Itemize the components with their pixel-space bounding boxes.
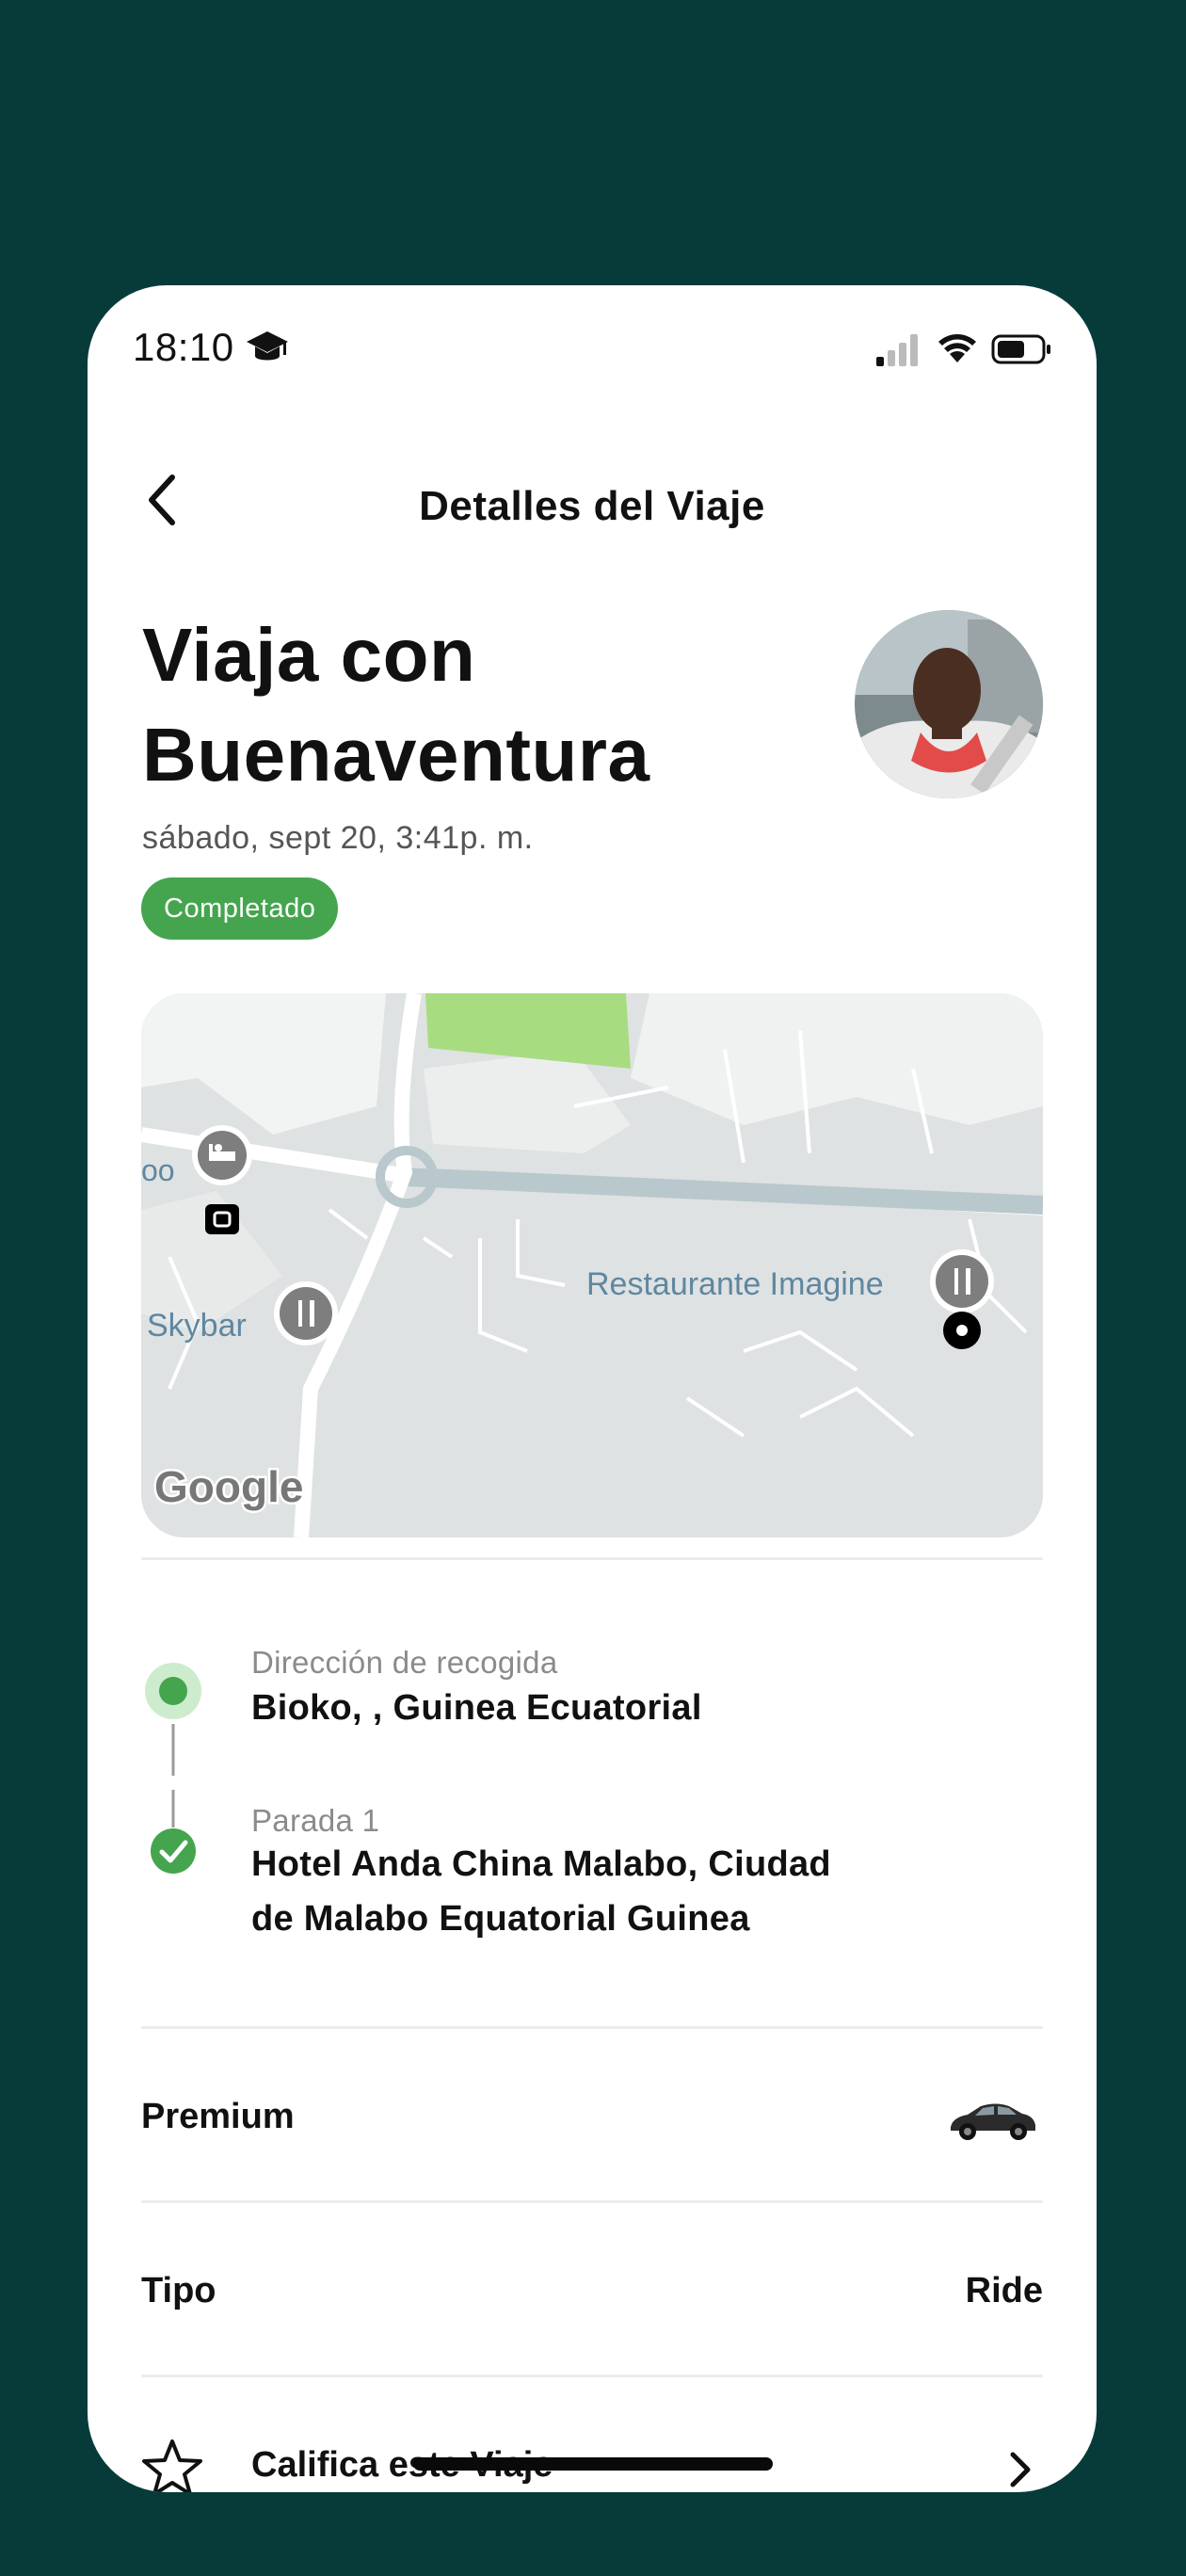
- car-icon: [951, 2103, 1035, 2140]
- divider: [141, 2200, 1043, 2203]
- star-icon: [142, 2439, 202, 2492]
- pickup-label: Dirección de recogida: [251, 1645, 558, 1680]
- route-map[interactable]: oo Skybar Restaurante Imagine Google: [141, 993, 1043, 1538]
- chevron-right-icon: [1010, 2452, 1031, 2487]
- map-label-left: oo: [141, 1153, 175, 1187]
- trip-title-line2: Buenaventura: [142, 713, 650, 797]
- phone-screen: 18:10 Detalles del Viaje Viaja con Buena…: [88, 285, 1097, 2492]
- divider: [141, 2026, 1043, 2029]
- nav-bar: Detalles del Viaje: [88, 445, 1097, 549]
- category-row: Premium: [141, 2063, 1043, 2166]
- page-title: Detalles del Viaje: [419, 483, 765, 529]
- type-value: Ride: [965, 2271, 1043, 2310]
- cellular-signal-icon: [876, 334, 918, 366]
- graduation-cap-icon: [247, 331, 288, 361]
- driver-avatar: [855, 610, 1043, 798]
- status-bar: 18:10: [88, 285, 1097, 417]
- type-row: Tipo Ride: [141, 2237, 1043, 2341]
- stop-address-line2: de Malabo Equatorial Guinea: [251, 1899, 750, 1939]
- check-icon: [151, 1828, 196, 1874]
- stop-label: Parada 1: [251, 1803, 380, 1838]
- trip-date: sábado, sept 20, 3:41p. m.: [142, 820, 534, 856]
- category-label: Premium: [141, 2097, 295, 2136]
- pickup-address: Bioko, , Guinea Ecuatorial: [251, 1688, 702, 1728]
- type-label: Tipo: [141, 2271, 216, 2310]
- home-indicator[interactable]: [413, 2457, 773, 2471]
- status-badge: Completado: [141, 877, 339, 940]
- trip-title-line1: Viaja con: [142, 613, 476, 697]
- restaurant-icon: [274, 1281, 338, 1345]
- battery-icon: [991, 334, 1050, 364]
- map-label-skybar: Skybar: [147, 1308, 247, 1344]
- stop-address-line1: Hotel Anda China Malabo, Ciudad: [251, 1844, 831, 1884]
- divider: [141, 2375, 1043, 2377]
- route-summary: Dirección de recogida Bioko, , Guinea Ec…: [141, 1630, 1043, 1940]
- pickup-dot-icon: [145, 1663, 201, 1719]
- stop-address: Hotel Anda China Malabo, Ciudad de Malab…: [251, 1837, 831, 1946]
- google-logo: Google: [154, 1462, 303, 1511]
- wifi-icon: [938, 334, 976, 362]
- divider: [141, 1557, 1043, 1560]
- trip-title: Viaja con Buenaventura: [142, 605, 649, 805]
- status-time: 18:10: [133, 325, 234, 369]
- rate-trip-row[interactable]: Califica este Viaje: [141, 2417, 1043, 2492]
- map-label-restaurant: Restaurante Imagine: [586, 1266, 884, 1302]
